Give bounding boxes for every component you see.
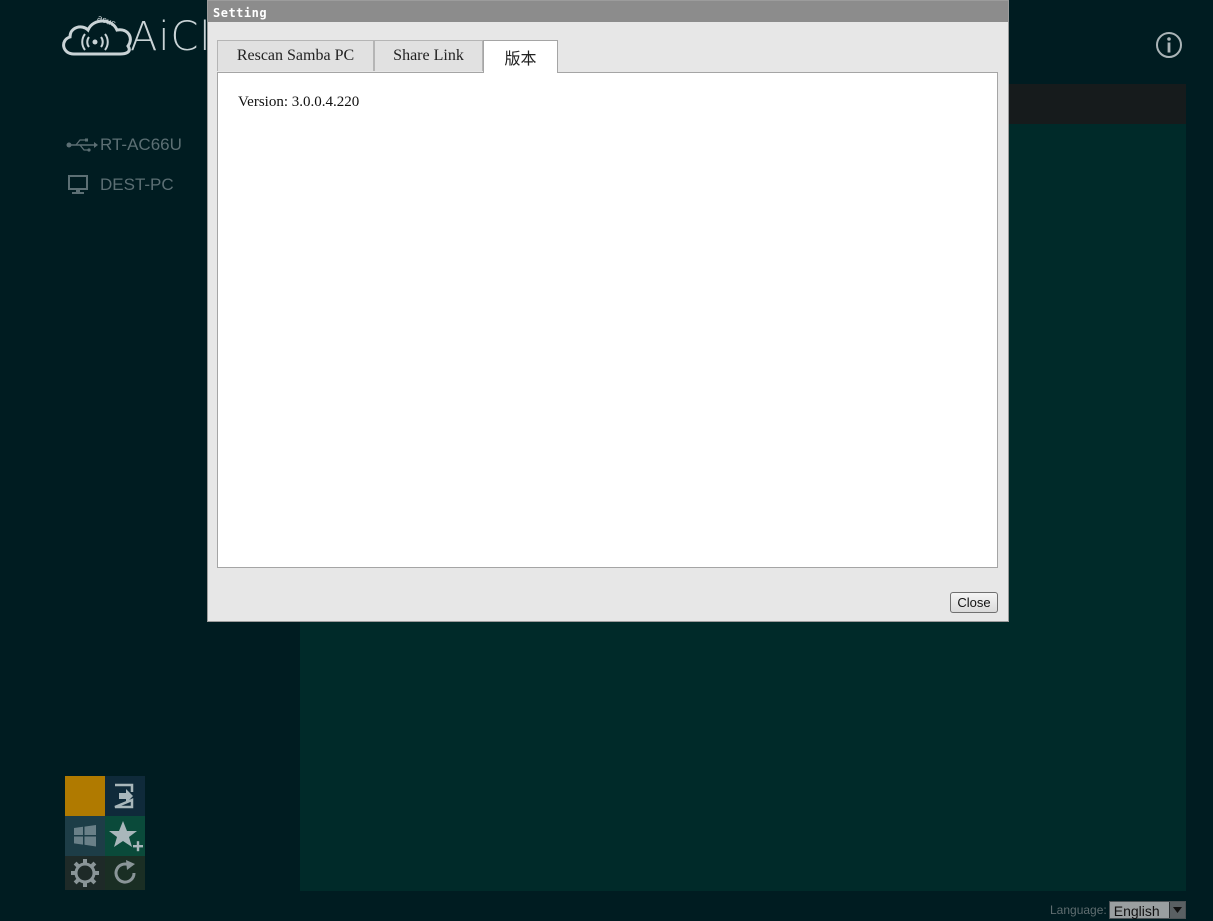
language-select[interactable]: English xyxy=(1108,901,1186,919)
sidebar-item-dest-pc[interactable]: DEST-PC xyxy=(66,171,174,199)
version-text: Version: 3.0.0.4.220 xyxy=(238,94,360,110)
close-label: Close xyxy=(957,595,991,610)
setting-dialog: Setting Rescan Samba PC Share Link 版本 Ve… xyxy=(207,0,1009,622)
tab-version[interactable]: 版本 xyxy=(483,40,558,73)
tab-label: Rescan Samba PC xyxy=(236,47,355,64)
chevron-down-icon xyxy=(1168,902,1185,918)
info-circle-icon[interactable] xyxy=(1155,31,1183,59)
tab-share-link[interactable]: Share Link xyxy=(374,40,483,71)
tab-panel: Version: 3.0.0.4.220 xyxy=(217,72,998,568)
windows-button[interactable] xyxy=(65,816,105,856)
dialog-title: Setting xyxy=(208,1,1008,22)
tab-label: 版本 xyxy=(504,51,537,68)
action-tiles xyxy=(65,776,145,890)
tab-label: Share Link xyxy=(393,47,464,64)
settings-button[interactable] xyxy=(65,856,105,890)
sidebar-item-label: RT-AC66U xyxy=(100,135,182,154)
language-selector: Language: English xyxy=(1050,900,1186,920)
logout-button[interactable] xyxy=(105,776,145,816)
blank-tile[interactable] xyxy=(65,776,105,816)
refresh-icon xyxy=(114,860,136,884)
refresh-button[interactable] xyxy=(105,856,145,890)
sidebar-item-label: DEST-PC xyxy=(100,175,174,194)
gear-icon xyxy=(71,859,99,887)
language-value: English xyxy=(1113,903,1160,919)
add-favorite-button[interactable] xyxy=(105,816,145,856)
logo-brand: asus xyxy=(96,13,118,29)
logout-icon xyxy=(114,783,134,809)
usb-icon xyxy=(66,133,98,157)
logo-text: AiCl xyxy=(130,14,212,60)
monitor-icon xyxy=(66,173,98,197)
sidebar-item-rt-ac66u[interactable]: RT-AC66U xyxy=(66,131,182,159)
windows-icon xyxy=(74,825,96,847)
close-button[interactable]: Close xyxy=(950,592,998,613)
language-label: Language: xyxy=(1050,903,1107,917)
add-favorite-icon xyxy=(109,821,143,852)
tab-rescan-samba-pc[interactable]: Rescan Samba PC xyxy=(217,40,374,71)
